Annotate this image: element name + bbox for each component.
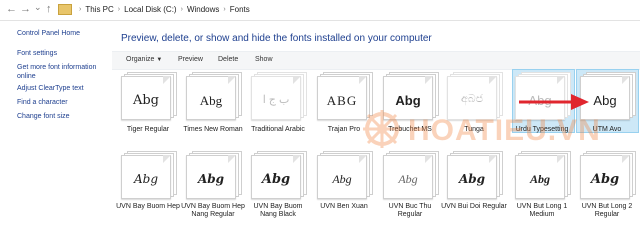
preview-button[interactable]: Preview — [178, 56, 203, 63]
font-name: Trajan Pro — [327, 126, 361, 133]
font-preview: Abg — [458, 172, 486, 186]
change-font-size-link[interactable]: Change font size — [17, 112, 109, 121]
font-name: Trebuchet MS — [388, 126, 432, 133]
font-preview: Abg — [332, 172, 352, 186]
arrow-right-icon — [519, 94, 589, 110]
font-preview: Abg — [197, 172, 225, 186]
font-preview: ﺏ ﺝ ﺍ — [262, 94, 290, 106]
font-name: UVN Buc Thu Regular — [388, 203, 432, 218]
font-name: Times New Roman — [183, 126, 243, 133]
chevron-right-icon: › — [117, 6, 121, 13]
recent-locations-icon[interactable]: ⌄ — [34, 2, 42, 13]
font-preview: ABG — [326, 93, 358, 108]
back-icon[interactable]: ← — [6, 3, 17, 15]
font-preview: Abg — [398, 172, 418, 186]
command-bar: Organize ▼ Preview Delete Show — [112, 51, 640, 70]
font-preview: Abg — [133, 172, 159, 186]
control-panel-home-link[interactable]: Control Panel Home — [17, 29, 109, 38]
page-title: Preview, delete, or show and hide the fo… — [121, 33, 432, 44]
font-preview: Abg — [590, 172, 620, 187]
font-settings-link[interactable]: Font settings — [17, 49, 109, 58]
font-preview: Abg — [529, 172, 550, 186]
dropdown-arrow-icon: ▼ — [156, 57, 163, 63]
font-name: UTM Avo — [592, 126, 622, 133]
font-preview: Abg — [199, 93, 223, 108]
organize-label: Organize — [126, 56, 155, 63]
breadcrumb-windows[interactable]: Windows — [187, 5, 219, 14]
chevron-right-icon: › — [79, 6, 82, 13]
folder-icon — [58, 4, 72, 15]
font-name: UVN Bui Doi Regular — [441, 203, 507, 210]
adjust-cleartype-link[interactable]: Adjust ClearType text — [17, 84, 109, 93]
address-bar: ← → ⌄ ↑ › This PC › Local Disk (C:) › Wi… — [0, 0, 640, 21]
organize-button[interactable]: Organize ▼ — [126, 56, 162, 63]
font-name: Tunga — [464, 126, 484, 133]
find-character-link[interactable]: Find a character — [17, 98, 109, 107]
left-pane: Control Panel Home Font settings Get mor… — [0, 20, 110, 226]
forward-icon[interactable]: → — [20, 3, 31, 15]
font-preview: Abg — [132, 93, 160, 108]
font-name: UVN Bay Buom Hep Nang Regular — [181, 203, 245, 218]
chevron-right-icon: › — [223, 6, 226, 13]
up-icon[interactable]: ↑ — [46, 3, 52, 15]
breadcrumb-fonts[interactable]: Fonts — [230, 5, 250, 14]
breadcrumb[interactable]: › This PC › Local Disk (C:) › Windows › … — [58, 2, 640, 17]
font-name: UVN But Long 1 Medium — [516, 203, 568, 218]
chevron-right-icon: › — [180, 6, 183, 13]
breadcrumb-this-pc[interactable]: This PC — [85, 5, 113, 14]
font-name: UVN Bay Buom Nang Black — [253, 203, 303, 218]
font-name: Tiger Regular — [126, 126, 170, 133]
font-name: UVN Bay Buom Hep — [116, 203, 180, 210]
font-name: Urdu Typesetting — [515, 126, 569, 133]
font-preview: අබජ — [460, 93, 484, 105]
font-preview: Abg — [261, 172, 291, 187]
breadcrumb-local-disk[interactable]: Local Disk (C:) — [124, 5, 176, 14]
font-name: UVN But Long 2 Regular — [581, 203, 633, 218]
font-preview: Abg — [395, 93, 421, 108]
delete-button[interactable]: Delete — [218, 56, 238, 63]
show-button[interactable]: Show — [255, 56, 273, 63]
font-name: UVN Ben Xuan — [320, 203, 368, 210]
font-name: Traditional Arabic — [251, 126, 305, 133]
get-more-font-info-link[interactable]: Get more font information online — [17, 63, 109, 81]
